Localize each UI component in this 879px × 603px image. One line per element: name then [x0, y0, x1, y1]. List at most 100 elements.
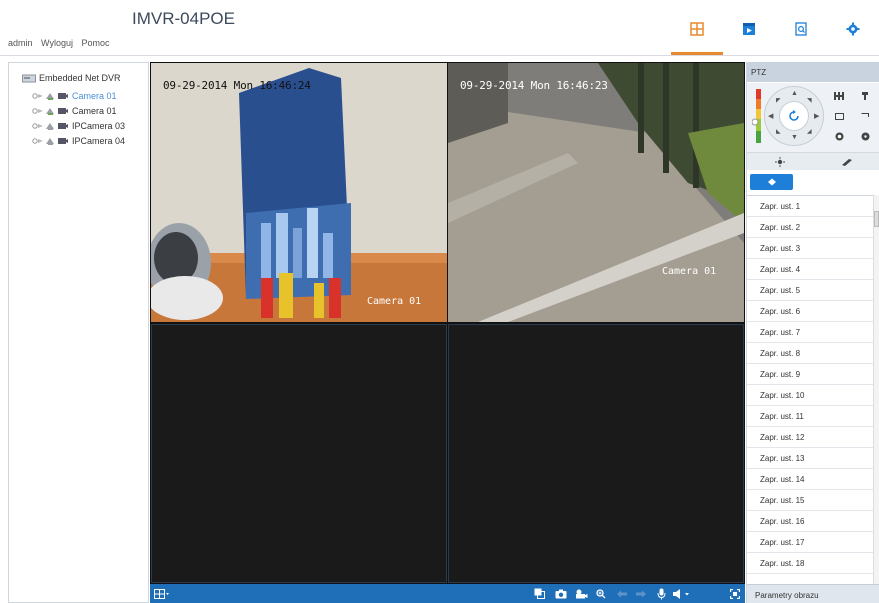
speed-slider[interactable]: [752, 89, 764, 143]
video-toolbar: [150, 584, 745, 603]
preset-item[interactable]: Zapr. ust. 11: [747, 406, 874, 427]
stream-icon: [58, 138, 68, 144]
user-links: admin Wyloguj Pomoc: [8, 38, 116, 48]
stream-icon: [58, 93, 68, 99]
preset-item[interactable]: Zapr. ust. 14: [747, 469, 874, 490]
video-window-1[interactable]: 09-29-2014 Mon 16:46:24 Camera 01: [151, 63, 447, 322]
tree-root[interactable]: Embedded Net DVR: [22, 73, 121, 83]
preset-item[interactable]: Zapr. ust. 8: [747, 343, 874, 364]
tree-item-label: Camera 01: [72, 91, 117, 101]
snapshot-button[interactable]: [554, 587, 568, 600]
zoom-in-icon: [834, 92, 844, 100]
iris-close-button[interactable]: [857, 129, 873, 143]
next-page-button[interactable]: [634, 587, 648, 600]
previous-page-button[interactable]: [615, 587, 629, 600]
osd-camera-name: Camera 01: [367, 296, 422, 307]
logout-link[interactable]: Wyloguj: [41, 38, 73, 48]
ptz-right-icon[interactable]: ▶: [814, 112, 819, 120]
tree-item-label: IPCamera 03: [72, 121, 126, 131]
preset-item[interactable]: Zapr. ust. 1: [747, 196, 874, 217]
preset-item[interactable]: Zapr. ust. 7: [747, 322, 874, 343]
preset-tab-button[interactable]: [750, 174, 793, 190]
ptz-down-icon[interactable]: ▼: [791, 134, 798, 141]
image-settings-tab[interactable]: Parametry obrazu: [747, 584, 879, 603]
fullscreen-button[interactable]: [728, 587, 742, 600]
iris-open-icon: [835, 132, 843, 140]
focus-far-button[interactable]: [857, 109, 873, 123]
ptz-down-right-icon[interactable]: ◢: [807, 128, 812, 135]
log-search-icon: [795, 22, 807, 36]
help-link[interactable]: Pomoc: [81, 38, 109, 48]
video-window-4[interactable]: [448, 324, 744, 583]
app-title: IMVR-04POE: [132, 9, 235, 28]
preset-item[interactable]: Zapr. ust. 15: [747, 490, 874, 511]
preset-item[interactable]: Zapr. ust. 2: [747, 217, 874, 238]
fullscreen-icon: [730, 588, 740, 599]
digital-zoom-button[interactable]: [594, 587, 608, 600]
arrow-right-icon: [636, 590, 646, 597]
tree-root-label: Embedded Net DVR: [39, 73, 121, 83]
wiper-button[interactable]: [814, 153, 879, 171]
zoom-out-icon: [862, 92, 868, 100]
video-frame-image: [151, 63, 447, 322]
tree-item-camera-2[interactable]: Camera 01: [32, 106, 117, 116]
record-status-icon: [32, 138, 43, 144]
preset-item[interactable]: Zapr. ust. 16: [747, 511, 874, 532]
tab-log[interactable]: [775, 8, 827, 55]
preset-item[interactable]: Zapr. ust. 17: [747, 532, 874, 553]
ptz-up-left-icon[interactable]: ◤: [776, 97, 781, 104]
light-icon: [775, 157, 785, 167]
ptz-up-icon[interactable]: ▲: [791, 90, 798, 97]
zoom-out-button[interactable]: [857, 89, 873, 103]
preset-item[interactable]: Zapr. ust. 12: [747, 427, 874, 448]
video-window-2[interactable]: 09-29-2014 Mon 16:46:23 Camera 01: [448, 63, 744, 322]
tab-configuration[interactable]: [827, 8, 879, 55]
preset-item[interactable]: Zapr. ust. 3: [747, 238, 874, 259]
focus-near-icon: [834, 112, 844, 120]
volume-button[interactable]: [672, 587, 692, 600]
preset-icon: [767, 178, 776, 186]
two-way-audio-button[interactable]: [654, 587, 668, 600]
preset-item[interactable]: Zapr. ust. 6: [747, 301, 874, 322]
preset-item[interactable]: Zapr. ust. 4: [747, 259, 874, 280]
preset-item[interactable]: Zapr. ust. 13: [747, 448, 874, 469]
auto-rotate-button[interactable]: [779, 101, 809, 131]
ptz-down-left-icon[interactable]: ◣: [776, 128, 781, 135]
stop-all-button[interactable]: [532, 587, 546, 600]
scrollbar-thumb[interactable]: [874, 211, 879, 227]
header: IMVR-04POE admin Wyloguj Pomoc: [0, 0, 879, 56]
tree-item-camera-3[interactable]: IPCamera 03: [32, 121, 125, 131]
zoom-in-button[interactable]: [831, 89, 847, 103]
camera-icon: [46, 137, 54, 145]
ptz-controls: ▲ ▼ ◀ ▶ ◤ ◥ ◣ ◢: [747, 83, 879, 152]
ptz-aux-row: [747, 152, 879, 170]
microphone-icon: [657, 588, 665, 599]
ptz-title: PTZ: [747, 62, 879, 82]
tree-item-camera-1[interactable]: Camera 01: [32, 91, 117, 101]
video-grid: 09-29-2014 Mon 16:46:24 Camera 01 09-29-…: [150, 62, 745, 584]
arrow-left-icon: [617, 590, 627, 597]
tab-playback[interactable]: [723, 8, 775, 55]
live-view-grid-icon: [690, 22, 704, 36]
osd-timestamp: 09-29-2014 Mon 16:46:23: [460, 79, 608, 92]
window-layout-button[interactable]: [153, 587, 171, 600]
record-status-icon: [32, 123, 43, 129]
record-button[interactable]: [574, 587, 588, 600]
preset-scrollbar[interactable]: [873, 195, 879, 584]
tree-item-camera-4[interactable]: IPCamera 04: [32, 136, 125, 146]
preset-item[interactable]: Zapr. ust. 9: [747, 364, 874, 385]
light-button[interactable]: [747, 153, 813, 171]
record-status-icon: [32, 93, 43, 99]
preset-item[interactable]: Zapr. ust. 18: [747, 553, 874, 574]
focus-near-button[interactable]: [831, 109, 847, 123]
focus-far-icon: [861, 112, 869, 117]
video-window-3[interactable]: [151, 324, 447, 583]
tab-live-view[interactable]: [671, 8, 723, 55]
preset-item[interactable]: Zapr. ust. 10: [747, 385, 874, 406]
ptz-up-right-icon[interactable]: ◥: [807, 97, 812, 104]
iris-open-button[interactable]: [831, 129, 847, 143]
tree-item-label: IPCamera 04: [72, 136, 126, 146]
preset-item[interactable]: Zapr. ust. 5: [747, 280, 874, 301]
ptz-left-icon[interactable]: ◀: [768, 112, 773, 120]
tree-item-label: Camera 01: [72, 106, 117, 116]
